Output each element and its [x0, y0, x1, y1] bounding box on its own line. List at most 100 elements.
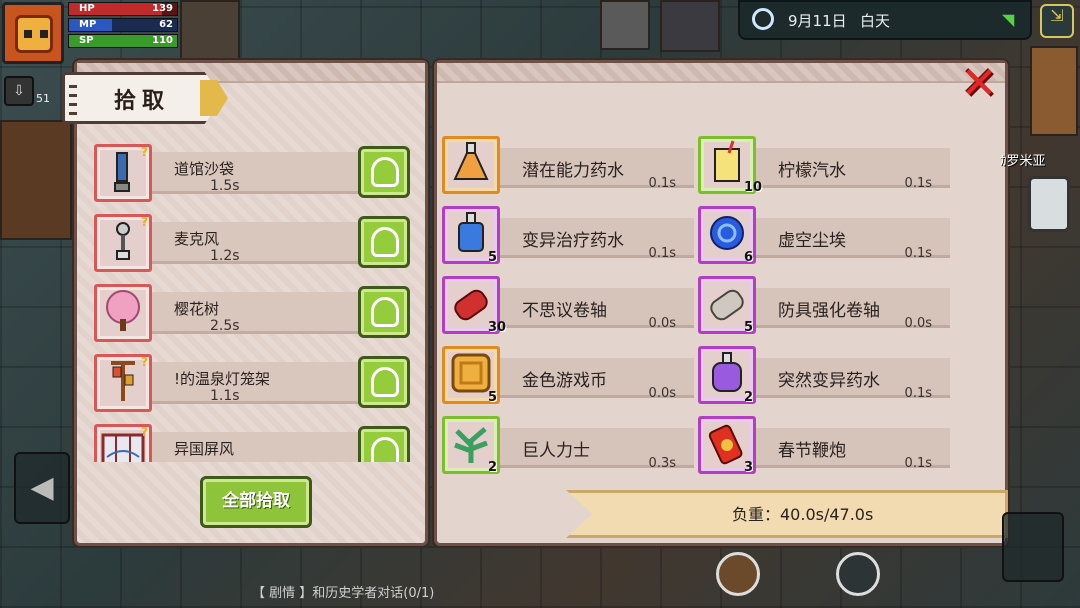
item-name: 变异治疗药水	[522, 231, 624, 251]
item-name: !的温泉灯笼架	[174, 370, 271, 388]
item-quantity: 5	[488, 250, 498, 265]
wifi-icon: ◥	[1002, 10, 1015, 29]
item-time: 0.3s	[648, 456, 676, 471]
exit-icon[interactable]: ⇲	[1040, 4, 1074, 38]
take-all-button[interactable]: 全部拾取	[200, 476, 312, 528]
item-quantity: 2	[744, 390, 754, 405]
panel-border-pattern	[437, 63, 1005, 83]
pickup-title: 拾取	[114, 89, 171, 114]
take-button[interactable]	[358, 426, 410, 462]
player-avatar[interactable]	[2, 2, 64, 64]
item-time: 0.0s	[648, 386, 676, 401]
item-time: 0.1s	[648, 246, 676, 261]
hand-icon	[371, 157, 399, 187]
quest-tracker-text[interactable]: 【 剧情 】和历史学者对话(0/1)	[252, 582, 434, 601]
cherry-tree-icon	[106, 290, 140, 331]
item-name: 虚空尘埃	[778, 231, 846, 251]
lion-dance-mask-icon	[15, 15, 53, 53]
close-icon[interactable]: ✕	[956, 62, 1002, 108]
item-time: 0.1s	[904, 386, 932, 401]
list-item: ? !的温泉灯笼架 1.1s	[92, 348, 412, 418]
book-icon[interactable]	[836, 552, 880, 596]
hp-value: 139	[152, 3, 173, 14]
item-slot	[442, 136, 500, 194]
item-time: 1.2s	[210, 248, 240, 264]
item-time: 0.1s	[904, 456, 932, 471]
item-quantity: 5	[744, 320, 754, 335]
level-value: 51	[36, 92, 50, 105]
item-name: 防具强化卷轴	[778, 301, 880, 321]
item-name: 金色游戏币	[522, 371, 607, 391]
pickup-list[interactable]: ? 道馆沙袋 1.5s ? 麦克风 1.2s 樱花树 2.5s ? !的温泉灯笼…	[92, 138, 412, 462]
sp-label: SP	[79, 35, 94, 46]
unknown-marker-icon: ?	[141, 145, 148, 159]
sun-icon	[752, 8, 774, 30]
inventory-item[interactable]: 5 变异治疗药水 0.1s	[442, 204, 694, 266]
sp-value: 110	[152, 35, 173, 46]
hp-bar: HP 139	[68, 2, 178, 16]
unknown-marker-icon: ?	[141, 425, 148, 439]
unknown-marker-icon: ?	[141, 355, 148, 369]
list-item: 樱花树 2.5s	[92, 278, 412, 348]
item-name: 异国屏风	[174, 440, 235, 458]
wall-decoration	[0, 120, 72, 240]
list-item: ? 道馆沙袋 1.5s	[92, 138, 412, 208]
level-down-icon[interactable]: ⇩	[4, 76, 34, 106]
left-arrow-icon[interactable]: ◀	[14, 452, 70, 524]
inventory-item[interactable]: 2 巨人力士 0.3s	[442, 414, 694, 476]
item-quantity: 30	[488, 320, 507, 335]
phone-icon[interactable]	[1028, 176, 1070, 232]
inventory-item[interactable]: 5 防具强化卷轴 0.0s	[698, 274, 950, 336]
unknown-marker-icon: ?	[141, 215, 148, 229]
furniture	[660, 0, 720, 52]
list-item: ? 麦克风 1.2s	[92, 208, 412, 278]
take-button[interactable]	[358, 216, 410, 268]
item-name: 麦克风	[174, 230, 220, 248]
item-slot	[94, 284, 152, 342]
inventory-item[interactable]: 30 不思议卷轴 0.0s	[442, 274, 694, 336]
item-quantity: 2	[488, 460, 498, 475]
inventory-item[interactable]: 10 柠檬汽水 0.1s	[698, 134, 950, 196]
mp-label: MP	[79, 19, 97, 30]
mp-bar: MP 62	[68, 18, 178, 32]
take-button[interactable]	[358, 146, 410, 198]
inventory-item[interactable]: 2 突然变异药水 0.1s	[698, 344, 950, 406]
item-name: 潜在能力药水	[522, 161, 624, 181]
floor-tile	[180, 0, 240, 60]
inventory-item[interactable]: 潜在能力药水 0.1s	[442, 134, 694, 196]
item-name: 不思议卷轴	[522, 301, 607, 321]
inventory-item[interactable]: 6 虚空尘埃 0.1s	[698, 204, 950, 266]
item-time: 0.1s	[904, 176, 932, 191]
take-button[interactable]	[358, 286, 410, 338]
minimap[interactable]	[1030, 46, 1078, 136]
date-text: 9月11日	[788, 12, 847, 30]
backpack-icon[interactable]	[716, 552, 760, 596]
item-name: 突然变异药水	[778, 371, 880, 391]
item-slot: ?	[94, 144, 152, 202]
item-slot: ?	[94, 354, 152, 412]
item-name: 道馆沙袋	[174, 160, 235, 178]
item-quantity: 6	[744, 250, 754, 265]
npc-name-label: ｶ罗米亚	[1000, 154, 1046, 169]
item-quantity: 10	[744, 180, 763, 195]
hand-icon	[371, 367, 399, 397]
item-name: 柠檬汽水	[778, 161, 846, 181]
hand-icon	[371, 437, 399, 462]
potion-orange-icon	[453, 142, 489, 180]
time-of-day-text: 白天	[860, 12, 891, 30]
item-quantity: 3	[744, 460, 754, 475]
skill-tree-icon[interactable]	[1002, 512, 1064, 582]
take-button[interactable]	[358, 356, 410, 408]
floor-tile	[600, 0, 650, 50]
inventory-item[interactable]: 5 金色游戏币 0.0s	[442, 344, 694, 406]
item-time: 2.5s	[210, 318, 240, 334]
item-quantity: 5	[488, 390, 498, 405]
item-time: 1.1s	[210, 388, 240, 404]
list-item: ? 异国屏风	[92, 418, 412, 462]
item-name: 巨人力士	[522, 441, 590, 461]
item-time: 1.5s	[210, 178, 240, 194]
weight-text: 负重：40.0s/47.0s	[732, 505, 874, 524]
inventory-item[interactable]: 3 春节鞭炮 0.1s	[698, 414, 950, 476]
item-time: 0.0s	[904, 316, 932, 331]
item-slot: ?	[94, 424, 152, 462]
